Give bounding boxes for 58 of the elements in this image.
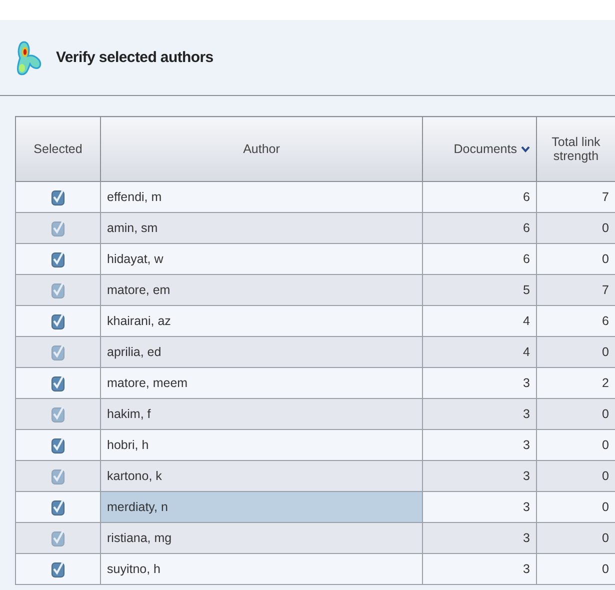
checkbox[interactable]: [51, 468, 65, 484]
author-cell[interactable]: matore, em: [100, 274, 422, 306]
column-header[interactable]: Documents: [422, 116, 536, 182]
checkbox[interactable]: [51, 406, 65, 422]
documents-cell: 6: [422, 182, 536, 212]
author-cell[interactable]: effendi, m: [100, 182, 422, 212]
link-strength-cell: 6: [536, 306, 615, 336]
link-strength-cell: 0: [536, 460, 615, 492]
author-cell[interactable]: hobri, h: [100, 430, 422, 460]
link-strength-cell: 0: [536, 522, 615, 554]
checkbox[interactable]: [51, 530, 65, 546]
checkbox[interactable]: [51, 374, 65, 392]
checkbox[interactable]: [51, 282, 65, 298]
column-header[interactable]: Selected: [16, 116, 100, 182]
checkbox[interactable]: [51, 344, 65, 360]
link-strength-cell: 0: [536, 336, 615, 368]
link-strength-cell: 0: [536, 398, 615, 430]
author-cell[interactable]: amin, sm: [100, 212, 422, 244]
link-strength-cell: 7: [536, 182, 615, 212]
checkbox[interactable]: [51, 436, 65, 454]
author-cell[interactable]: hakim, f: [100, 398, 422, 430]
author-cell[interactable]: merdiaty, n: [100, 492, 422, 522]
documents-cell: 3: [422, 492, 536, 522]
link-strength-cell: 2: [536, 368, 615, 398]
author-cell[interactable]: khairani, az: [100, 306, 422, 336]
author-cell[interactable]: aprilia, ed: [100, 336, 422, 368]
checkbox[interactable]: [51, 498, 65, 516]
author-cell[interactable]: matore, meem: [100, 368, 422, 398]
checkbox[interactable]: [51, 560, 65, 578]
documents-cell: 6: [422, 244, 536, 274]
documents-cell: 6: [422, 212, 536, 244]
link-strength-cell: 7: [536, 274, 615, 306]
link-strength-cell: 0: [536, 212, 615, 244]
documents-cell: 3: [422, 368, 536, 398]
author-cell[interactable]: suyitno, h: [100, 554, 422, 584]
documents-cell: 3: [422, 522, 536, 554]
link-strength-cell: 0: [536, 430, 615, 460]
documents-cell: 5: [422, 274, 536, 306]
logo-icon: [14, 40, 44, 76]
column-header[interactable]: Author: [100, 116, 422, 182]
author-cell[interactable]: ristiana, mg: [100, 522, 422, 554]
documents-cell: 3: [422, 460, 536, 492]
author-cell[interactable]: hidayat, w: [100, 244, 422, 274]
checkbox[interactable]: [51, 188, 65, 206]
documents-cell: 4: [422, 336, 536, 368]
column-header[interactable]: Total link strength: [536, 116, 615, 182]
documents-cell: 4: [422, 306, 536, 336]
dialog-title: Verify selected authors: [56, 49, 214, 66]
checkbox[interactable]: [51, 220, 65, 236]
checkbox[interactable]: [51, 312, 65, 330]
link-strength-cell: 0: [536, 244, 615, 274]
checkbox[interactable]: [51, 250, 65, 268]
documents-cell: 3: [422, 554, 536, 584]
link-strength-cell: 0: [536, 554, 615, 584]
documents-cell: 3: [422, 398, 536, 430]
author-cell[interactable]: kartono, k: [100, 460, 422, 492]
documents-cell: 3: [422, 430, 536, 460]
link-strength-cell: 0: [536, 492, 615, 522]
